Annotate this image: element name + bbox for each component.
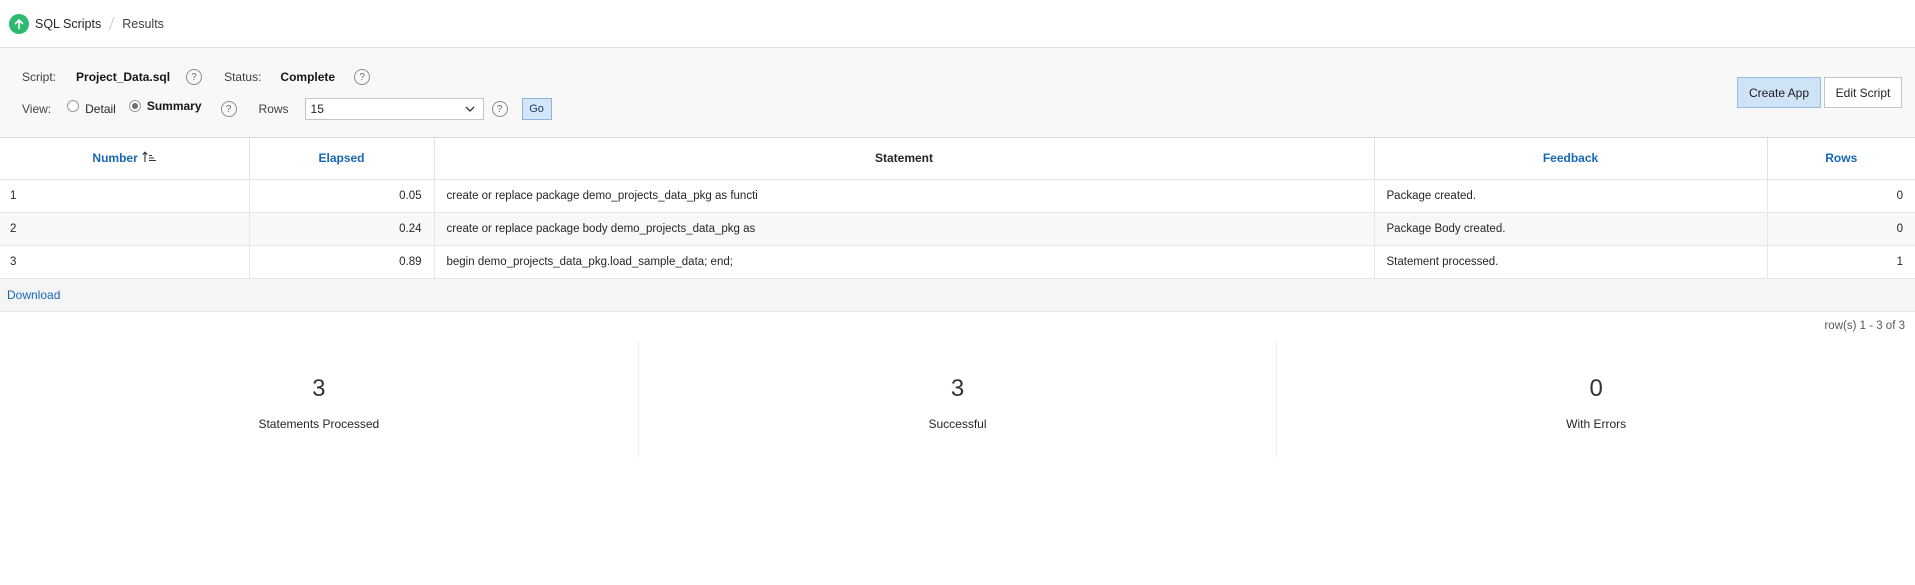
summary-label: Successful [928, 416, 987, 431]
view-label: View: [22, 102, 52, 116]
sort-ascending-icon [142, 151, 157, 163]
status-help-icon[interactable]: ? [354, 69, 371, 85]
cell-number: 1 [0, 179, 250, 213]
rows-select-value: 15 [310, 102, 324, 116]
cell-number: 2 [0, 212, 250, 246]
pagination-info: row(s) 1 - 3 of 3 [1824, 320, 1905, 332]
cell-rows: 0 [1767, 212, 1915, 246]
script-params-panel: Script: Project_Data.sql ? Status: Compl… [0, 48, 1915, 138]
cell-elapsed: 0.89 [249, 245, 435, 279]
cell-statement: begin demo_projects_data_pkg.load_sample… [434, 245, 1375, 279]
rows-label: Rows [258, 102, 289, 116]
column-header-statement: Statement [434, 138, 1375, 180]
script-name-value: Project_Data.sql [76, 70, 171, 84]
chevron-down-icon [465, 106, 475, 112]
rows-select[interactable]: 15 [304, 98, 484, 120]
view-help-icon[interactable]: ? [220, 101, 237, 117]
download-link[interactable]: Download [7, 288, 60, 302]
column-header-number-label: Number [92, 151, 138, 166]
cell-elapsed: 0.05 [249, 179, 435, 213]
summary-with-errors: 0 With Errors [1277, 341, 1915, 457]
breadcrumb-sql-scripts-link[interactable]: SQL Scripts [35, 17, 101, 31]
script-label: Script: [22, 70, 57, 84]
go-button[interactable]: Go [521, 98, 552, 120]
cell-number: 3 [0, 245, 250, 279]
cell-statement: create or replace package body demo_proj… [434, 212, 1375, 246]
view-detail-radio[interactable] [67, 100, 80, 112]
breadcrumb-separator [108, 16, 115, 31]
view-summary-label[interactable]: Summary [147, 99, 202, 113]
cell-feedback: Package created. [1374, 179, 1768, 213]
summary-panel: 3 Statements Processed 3 Successful 0 Wi… [0, 340, 1915, 457]
summary-value: 3 [950, 374, 965, 402]
column-header-number[interactable]: Number [0, 138, 250, 180]
status-value: Complete [280, 70, 336, 84]
view-summary-radio[interactable] [128, 100, 141, 112]
summary-successful: 3 Successful [639, 340, 1278, 457]
cell-rows: 0 [1767, 179, 1915, 213]
cell-feedback: Statement processed. [1374, 245, 1768, 279]
column-header-feedback[interactable]: Feedback [1374, 138, 1768, 180]
cell-statement: create or replace package demo_projects_… [434, 179, 1375, 213]
summary-label: Statements Processed [258, 416, 380, 431]
create-app-button[interactable]: Create App [1737, 77, 1821, 108]
cell-elapsed: 0.24 [249, 212, 435, 246]
breadcrumb: SQL Scripts Results [0, 0, 1915, 48]
sql-scripts-arrow-up-icon[interactable] [9, 13, 29, 34]
cell-rows: 1 [1767, 245, 1915, 279]
column-header-rows[interactable]: Rows [1767, 138, 1915, 180]
rows-help-icon[interactable]: ? [491, 101, 508, 117]
summary-value: 0 [1589, 374, 1603, 402]
breadcrumb-current-page: Results [122, 16, 164, 31]
column-header-elapsed[interactable]: Elapsed [249, 138, 435, 180]
script-help-icon[interactable]: ? [186, 69, 203, 85]
cell-feedback: Package Body created. [1374, 212, 1768, 246]
results-table: Number Elapsed Statement Feedback Rows 1… [0, 138, 1915, 279]
table-row: 1 0.05 create or replace package demo_pr… [0, 179, 1915, 213]
table-row: 3 0.89 begin demo_projects_data_pkg.load… [0, 245, 1915, 279]
status-label: Status: [224, 70, 262, 84]
download-bar: Download [0, 278, 1915, 312]
table-row: 2 0.24 create or replace package body de… [0, 212, 1915, 246]
summary-value: 3 [312, 374, 326, 402]
view-detail-label[interactable]: Detail [85, 102, 116, 116]
summary-statements-processed: 3 Statements Processed [0, 340, 639, 457]
edit-script-button[interactable]: Edit Script [1824, 77, 1902, 108]
summary-label: With Errors [1566, 416, 1627, 431]
